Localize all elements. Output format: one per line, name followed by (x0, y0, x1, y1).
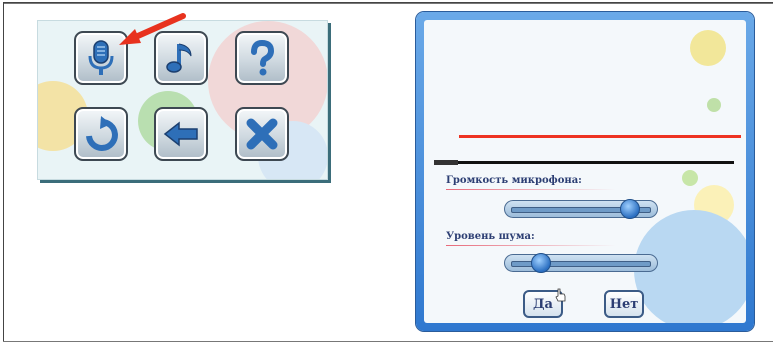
dialog-body: Громкость микрофона: Уровень шума: Да Не… (424, 20, 746, 323)
noise-level-slider[interactable] (504, 253, 658, 273)
microphone-settings-dialog: Громкость микрофона: Уровень шума: Да Не… (416, 12, 754, 331)
noise-level-knob[interactable] (531, 253, 552, 273)
highlight-arrow (119, 13, 186, 45)
exit-button[interactable] (235, 107, 289, 161)
close-icon (246, 118, 278, 150)
mic-volume-slider[interactable] (504, 199, 658, 219)
noise-level-label: Уровень шума: (446, 231, 535, 242)
top-rule (4, 3, 773, 4)
back-button[interactable] (154, 107, 208, 161)
undo-button[interactable] (74, 107, 128, 161)
help-button[interactable] (235, 31, 289, 85)
noise-level-underline (446, 245, 616, 246)
signal-line (459, 135, 741, 138)
back-arrow-icon (163, 121, 198, 147)
mic-volume-knob[interactable] (619, 199, 640, 219)
input-level-fill (434, 160, 458, 165)
decor-blob (707, 98, 721, 112)
hand-cursor-icon (555, 288, 566, 302)
mic-volume-underline (446, 189, 616, 190)
mic-volume-label: Громкость микрофона: (446, 175, 582, 186)
help-icon (251, 39, 275, 76)
undo-icon (86, 116, 118, 151)
decor-blob (682, 170, 698, 186)
input-level-meter (434, 160, 734, 165)
no-button[interactable]: Нет (604, 290, 644, 318)
bottom-rule (3, 341, 773, 342)
decor-blob (690, 30, 726, 66)
